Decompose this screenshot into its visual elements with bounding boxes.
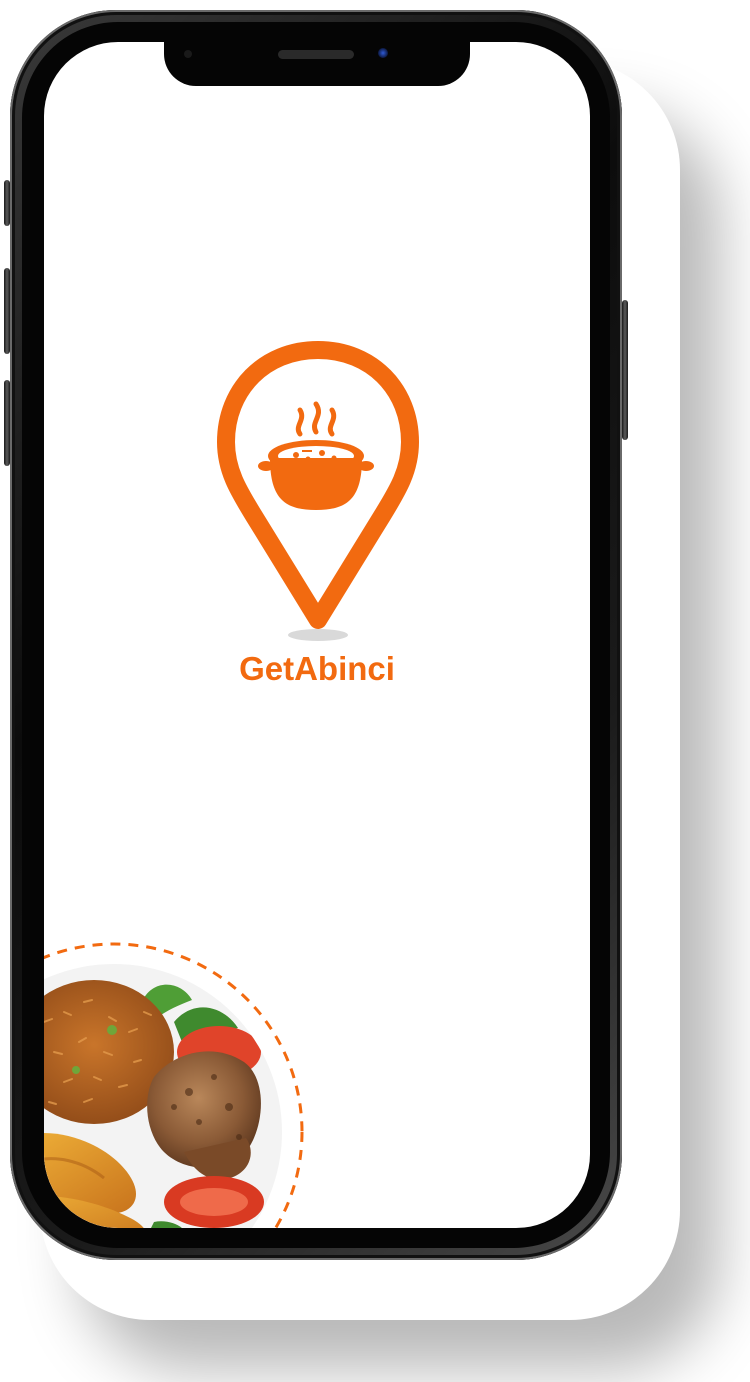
earpiece-speaker [278,50,354,59]
logo-pin-shadow [288,629,348,641]
device-power-button [622,300,628,440]
food-pot-icon [258,401,374,510]
food-plate-image [44,942,304,1228]
front-camera [378,48,388,58]
app-logo [217,341,419,641]
device-mockup: GetAbinci [0,0,750,1382]
device-notch [164,34,470,86]
proximity-sensor [184,50,192,58]
splash-screen: GetAbinci [44,42,590,1228]
app-brand-name: GetAbinci [239,650,395,687]
